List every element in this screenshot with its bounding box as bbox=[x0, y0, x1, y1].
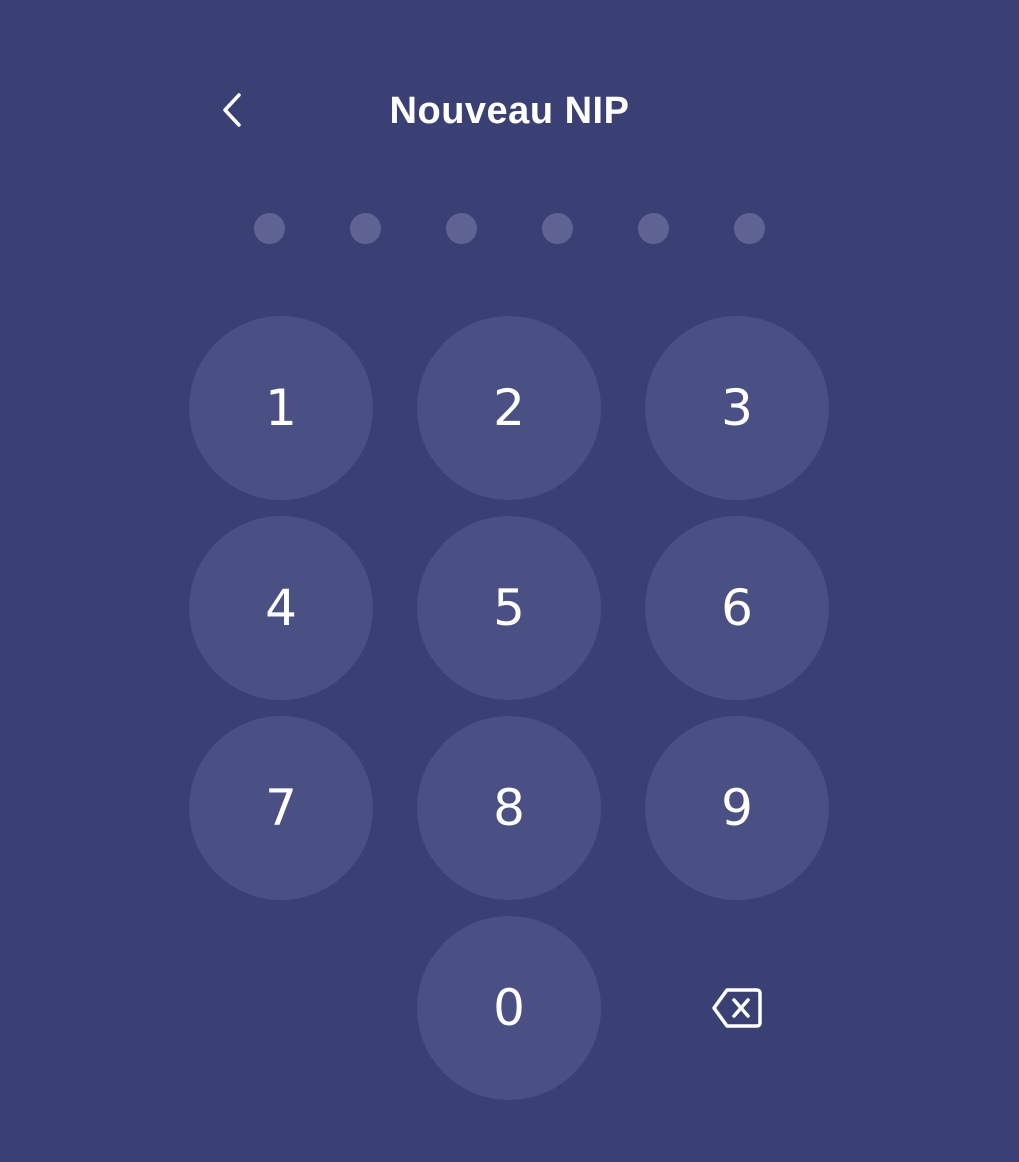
pin-dot bbox=[254, 213, 285, 244]
page-title: Nouveau NIP bbox=[389, 90, 630, 132]
key-3[interactable]: 3 bbox=[645, 316, 829, 500]
pin-dot bbox=[446, 213, 477, 244]
key-7[interactable]: 7 bbox=[189, 716, 373, 900]
key-2[interactable]: 2 bbox=[417, 316, 601, 500]
key-0[interactable]: 0 bbox=[417, 916, 601, 1100]
header: Nouveau NIP bbox=[0, 70, 1019, 150]
backspace-button[interactable] bbox=[645, 916, 829, 1100]
key-9[interactable]: 9 bbox=[645, 716, 829, 900]
pin-dot bbox=[734, 213, 765, 244]
key-8[interactable]: 8 bbox=[417, 716, 601, 900]
backspace-icon bbox=[712, 988, 762, 1028]
key-1[interactable]: 1 bbox=[189, 316, 373, 500]
key-4[interactable]: 4 bbox=[189, 516, 373, 700]
key-5[interactable]: 5 bbox=[417, 516, 601, 700]
pin-dot bbox=[638, 213, 669, 244]
pin-indicator bbox=[0, 213, 1019, 245]
pin-dot bbox=[542, 213, 573, 244]
pin-dot bbox=[350, 213, 381, 244]
key-6[interactable]: 6 bbox=[645, 516, 829, 700]
